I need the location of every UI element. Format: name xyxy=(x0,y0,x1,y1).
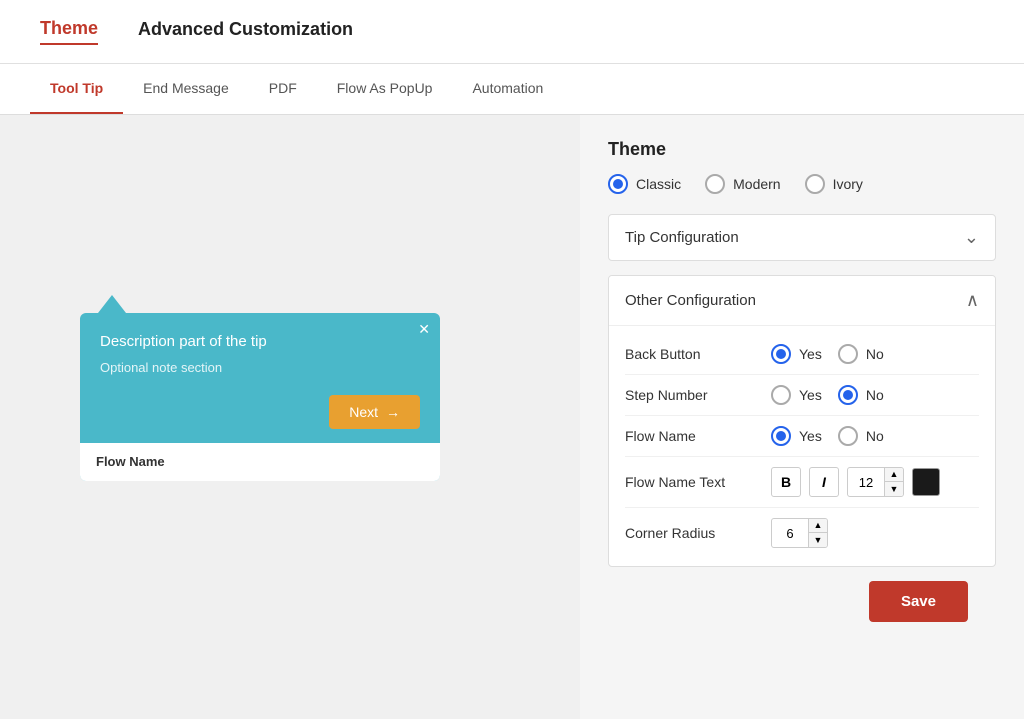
config-rows: Back Button Yes No xyxy=(609,326,995,566)
tip-config-label: Tip Configuration xyxy=(625,229,739,246)
italic-button[interactable]: I xyxy=(809,467,839,497)
back-button-yes-radio[interactable] xyxy=(771,344,791,364)
config-row-flow-name-text: Flow Name Text B I ▲ ▼ xyxy=(625,457,979,508)
config-row-step-number: Step Number Yes No xyxy=(625,375,979,416)
radio-modern[interactable]: Modern xyxy=(705,174,780,194)
corner-radius-up-button[interactable]: ▲ xyxy=(809,519,827,533)
config-row-flow-name: Flow Name Yes No xyxy=(625,416,979,457)
next-button[interactable]: Next → xyxy=(329,395,420,429)
flow-name-no-label: No xyxy=(866,428,884,444)
app-container: Theme Advanced Customization Tool Tip En… xyxy=(0,0,1024,719)
corner-radius-spinners: ▲ ▼ xyxy=(808,519,827,547)
theme-options: Classic Modern Ivory xyxy=(608,174,996,194)
other-config-title: Other Configuration xyxy=(625,292,756,309)
main-content: ✕ Description part of the tip Optional n… xyxy=(0,115,1024,719)
step-number-no[interactable]: No xyxy=(838,385,884,405)
flow-name-no[interactable]: No xyxy=(838,426,884,446)
step-number-yes-no: Yes No xyxy=(771,385,884,405)
tip-config-dropdown-section: Tip Configuration ⌄ xyxy=(608,214,996,261)
back-button-yes[interactable]: Yes xyxy=(771,344,822,364)
nav-tab-endmessage[interactable]: End Message xyxy=(123,64,249,114)
back-button-no-radio[interactable] xyxy=(838,344,858,364)
chevron-down-icon: ⌄ xyxy=(964,227,979,248)
step-number-yes[interactable]: Yes xyxy=(771,385,822,405)
font-size-input-group: ▲ ▼ xyxy=(847,467,904,497)
radio-modern-circle[interactable] xyxy=(705,174,725,194)
step-number-yes-radio[interactable] xyxy=(771,385,791,405)
step-number-yes-label: Yes xyxy=(799,387,822,403)
flow-name-yes[interactable]: Yes xyxy=(771,426,822,446)
top-bar: Theme Advanced Customization xyxy=(0,0,1024,64)
tab-theme[interactable]: Theme xyxy=(40,18,98,45)
nav-tab-pdf[interactable]: PDF xyxy=(249,64,317,114)
radio-classic-label: Classic xyxy=(636,176,681,192)
save-button[interactable]: Save xyxy=(869,581,968,622)
config-row-corner-radius: Corner Radius ▲ ▼ xyxy=(625,508,979,558)
tooltip-footer: Flow Name xyxy=(80,443,440,481)
other-config-header[interactable]: Other Configuration ∧ xyxy=(609,276,995,326)
nav-tab-flowaspopup[interactable]: Flow As PopUp xyxy=(317,64,453,114)
flow-name-yes-radio[interactable] xyxy=(771,426,791,446)
preview-area: ✕ Description part of the tip Optional n… xyxy=(0,115,580,719)
tab-advanced-customization[interactable]: Advanced Customization xyxy=(138,19,353,44)
radio-ivory[interactable]: Ivory xyxy=(805,174,863,194)
radio-classic-circle[interactable] xyxy=(608,174,628,194)
radio-ivory-label: Ivory xyxy=(833,176,863,192)
step-number-no-label: No xyxy=(866,387,884,403)
config-row-back-button: Back Button Yes No xyxy=(625,334,979,375)
other-config-section: Other Configuration ∧ Back Button Yes xyxy=(608,275,996,567)
bold-button[interactable]: B xyxy=(771,467,801,497)
text-controls: B I ▲ ▼ xyxy=(771,467,940,497)
tooltip-arrow xyxy=(98,295,126,313)
font-size-up-button[interactable]: ▲ xyxy=(885,468,903,482)
color-swatch[interactable] xyxy=(912,468,940,496)
font-size-input[interactable] xyxy=(848,471,884,494)
nav-tabs: Tool Tip End Message PDF Flow As PopUp A… xyxy=(0,64,1024,115)
flow-name-yes-label: Yes xyxy=(799,428,822,444)
radio-classic[interactable]: Classic xyxy=(608,174,681,194)
corner-radius-input[interactable] xyxy=(772,522,808,545)
radio-modern-label: Modern xyxy=(733,176,780,192)
tooltip-note: Optional note section xyxy=(100,360,420,375)
nav-tab-tooltip[interactable]: Tool Tip xyxy=(30,64,123,114)
flow-name-label: Flow Name xyxy=(96,454,165,469)
font-size-spinners: ▲ ▼ xyxy=(884,468,903,496)
back-button-label: Back Button xyxy=(625,346,755,362)
step-number-label: Step Number xyxy=(625,387,755,403)
config-panel: Theme Classic Modern Ivory xyxy=(580,115,1024,719)
step-number-no-radio[interactable] xyxy=(838,385,858,405)
tip-config-dropdown[interactable]: Tip Configuration ⌄ xyxy=(608,214,996,261)
back-button-no-label: No xyxy=(866,346,884,362)
back-button-yes-no: Yes No xyxy=(771,344,884,364)
tooltip-preview: ✕ Description part of the tip Optional n… xyxy=(80,295,440,481)
close-icon[interactable]: ✕ xyxy=(418,321,430,338)
flow-name-text-label: Flow Name Text xyxy=(625,474,755,490)
theme-section-title: Theme xyxy=(608,139,996,160)
corner-radius-label: Corner Radius xyxy=(625,525,755,541)
theme-section: Theme Classic Modern Ivory xyxy=(608,139,996,194)
radio-ivory-circle[interactable] xyxy=(805,174,825,194)
chevron-up-icon: ∧ xyxy=(966,290,979,311)
flow-name-no-radio[interactable] xyxy=(838,426,858,446)
corner-radius-down-button[interactable]: ▼ xyxy=(809,533,827,547)
arrow-right-icon: → xyxy=(386,404,400,420)
back-button-yes-label: Yes xyxy=(799,346,822,362)
tooltip-box: ✕ Description part of the tip Optional n… xyxy=(80,313,440,481)
flow-name-row-label: Flow Name xyxy=(625,428,755,444)
flow-name-yes-no: Yes No xyxy=(771,426,884,446)
nav-tab-automation[interactable]: Automation xyxy=(452,64,563,114)
font-size-down-button[interactable]: ▼ xyxy=(885,482,903,496)
tooltip-description: Description part of the tip xyxy=(100,333,420,350)
back-button-no[interactable]: No xyxy=(838,344,884,364)
corner-radius-input-group: ▲ ▼ xyxy=(771,518,828,548)
save-btn-row: Save xyxy=(608,567,996,636)
